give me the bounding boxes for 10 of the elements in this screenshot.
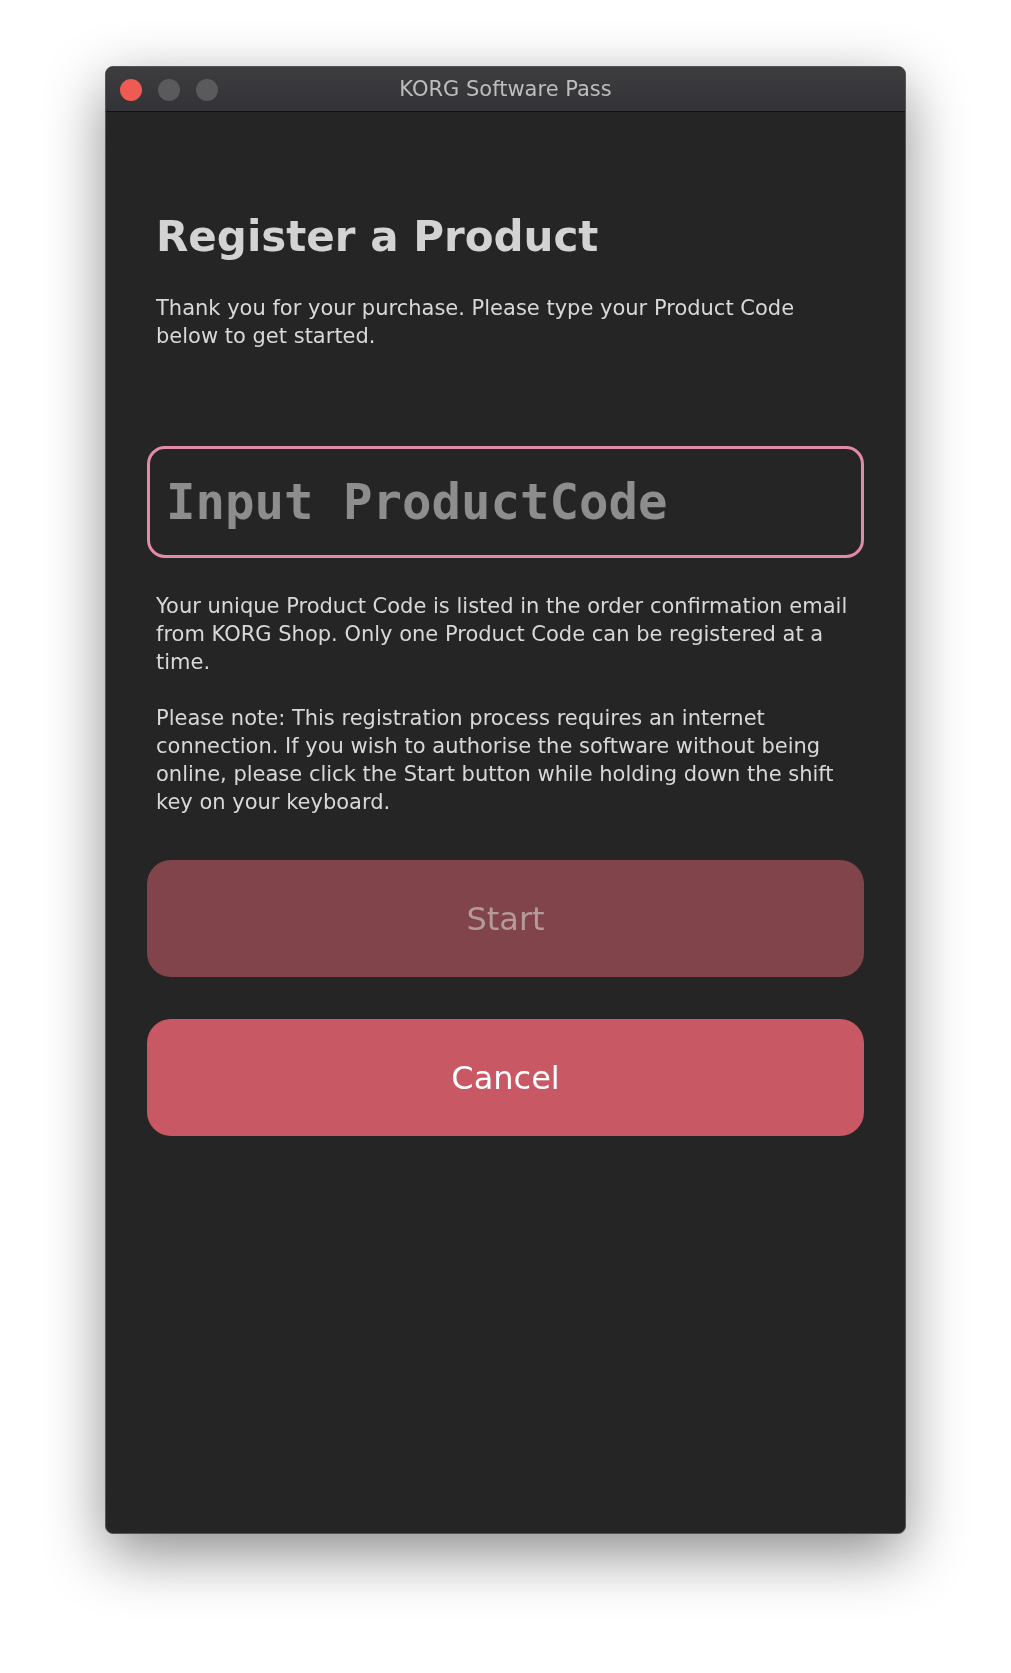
product-code-field[interactable]: Input ProductCode bbox=[147, 446, 864, 558]
action-button[interactable]: Cancel bbox=[147, 1019, 864, 1136]
zoom-icon[interactable] bbox=[196, 79, 218, 101]
page-heading: Register a Product bbox=[156, 212, 600, 262]
intro-text: Thank you for your purchase. Please type your Product Code below to get started. bbox=[156, 295, 796, 350]
close-icon[interactable] bbox=[120, 79, 142, 101]
minimize-icon[interactable] bbox=[158, 79, 180, 101]
note-text: Your unique Product Code is listed in the order confirmation email from KORG Shop. Only one Product Code can be registered at a time. bbox=[156, 593, 849, 676]
window-title: KORG Software Pass bbox=[399, 77, 612, 101]
note-text: Please note: This registration process requires an internet connection. If you wish to authorise the software without being online, please click the Start button while holding down the shift key on your keyboard. bbox=[156, 705, 835, 816]
